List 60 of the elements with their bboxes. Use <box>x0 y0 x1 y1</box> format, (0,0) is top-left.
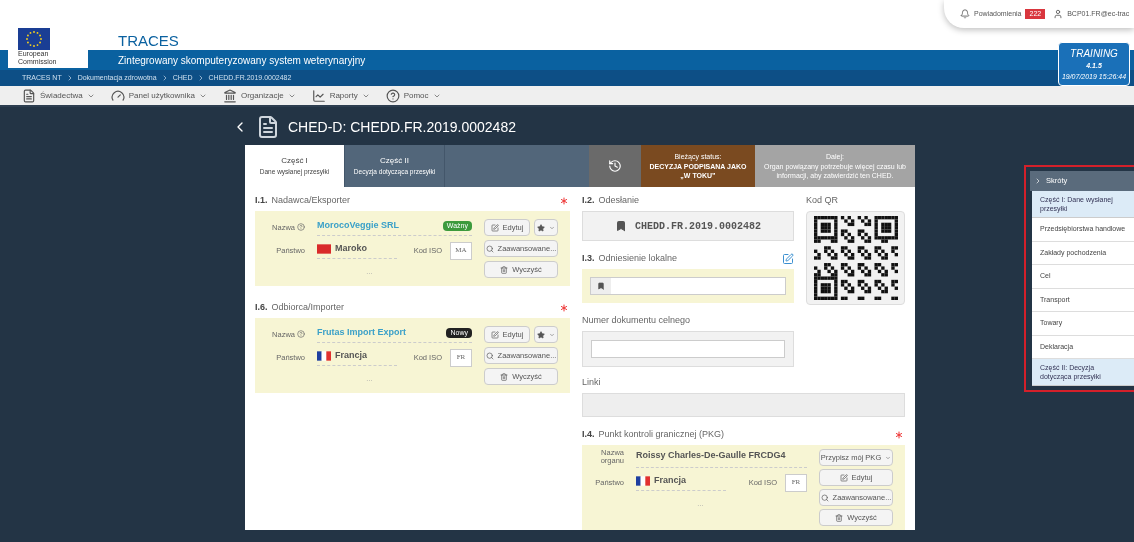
environment-name: TRAINING <box>1070 47 1118 61</box>
gauge-icon <box>110 88 125 103</box>
section-title: Numer dokumentu celnego <box>582 314 691 328</box>
favorite-button[interactable] <box>534 219 558 236</box>
section-title: I.4. Punkt kontroli granicznej (PKG) <box>582 428 725 442</box>
local-reference-field[interactable] <box>590 277 786 295</box>
edit-icon <box>839 473 848 482</box>
help-icon <box>297 330 305 339</box>
bookmark-icon <box>615 220 627 232</box>
chevron-icon <box>1034 177 1042 185</box>
bip-name: Roissy Charles-De-Gaulle FRCDG4 <box>636 449 807 468</box>
section-title: I.3. Odniesienie lokalne <box>582 252 678 266</box>
bookmark-icon <box>597 282 605 290</box>
section-title: Linki <box>582 376 601 390</box>
menu-item[interactable]: Organizacje <box>222 88 296 103</box>
menu-item[interactable]: Panel użytkownika <box>110 88 207 103</box>
customs-number-field[interactable] <box>591 340 785 358</box>
trash-icon <box>835 513 844 522</box>
edit-icon <box>490 330 499 339</box>
star-icon <box>537 330 545 339</box>
document-icon <box>256 115 280 139</box>
search-icon <box>485 351 494 360</box>
history-icon <box>608 159 622 173</box>
help-icon <box>385 88 400 103</box>
help-icon <box>297 223 305 232</box>
caret-icon <box>549 224 555 231</box>
search-icon <box>485 244 494 253</box>
country-name: Francja <box>335 349 367 363</box>
menu-item[interactable]: Raporty <box>311 88 370 103</box>
flag-icon <box>636 476 650 486</box>
favorite-button[interactable] <box>534 326 558 343</box>
user-icon <box>1053 9 1064 19</box>
section-title: I.2. Odesłanie <box>582 194 640 208</box>
section-title: Kod QR <box>806 194 838 208</box>
edit-icon <box>490 223 499 232</box>
trash-icon <box>500 372 509 381</box>
bell-icon <box>960 9 970 19</box>
star-icon <box>537 223 545 232</box>
country-name: Maroko <box>335 242 367 256</box>
app-subtitle: Zintegrowany skomputeryzowany system weterynaryjny <box>118 53 366 68</box>
menu-item[interactable]: Świadectwa <box>22 88 95 103</box>
history-button[interactable] <box>589 145 641 187</box>
edit-icon[interactable] <box>782 253 794 265</box>
flag-icon <box>317 244 331 254</box>
menu-item[interactable]: Pomoc <box>385 88 441 103</box>
trash-icon <box>500 265 509 274</box>
page-title: CHED-D: CHEDD.FR.2019.0002482 <box>288 117 516 137</box>
document-icon <box>22 88 36 103</box>
caret-icon <box>885 454 892 461</box>
chart-icon <box>311 88 326 103</box>
section-title: I.1. Nadawca/Eksporter <box>255 194 351 208</box>
building-icon <box>222 88 237 103</box>
caret-icon <box>549 331 555 338</box>
eu-flag-logo <box>18 28 50 50</box>
reference-number: CHEDD.FR.2019.0002482 <box>582 211 794 241</box>
section-title: I.6. Odbiorca/Importer <box>255 301 345 315</box>
app-title: TRACES <box>118 31 179 51</box>
flag-icon <box>317 351 331 361</box>
search-icon <box>820 493 829 502</box>
country-name: Francja <box>654 474 686 488</box>
